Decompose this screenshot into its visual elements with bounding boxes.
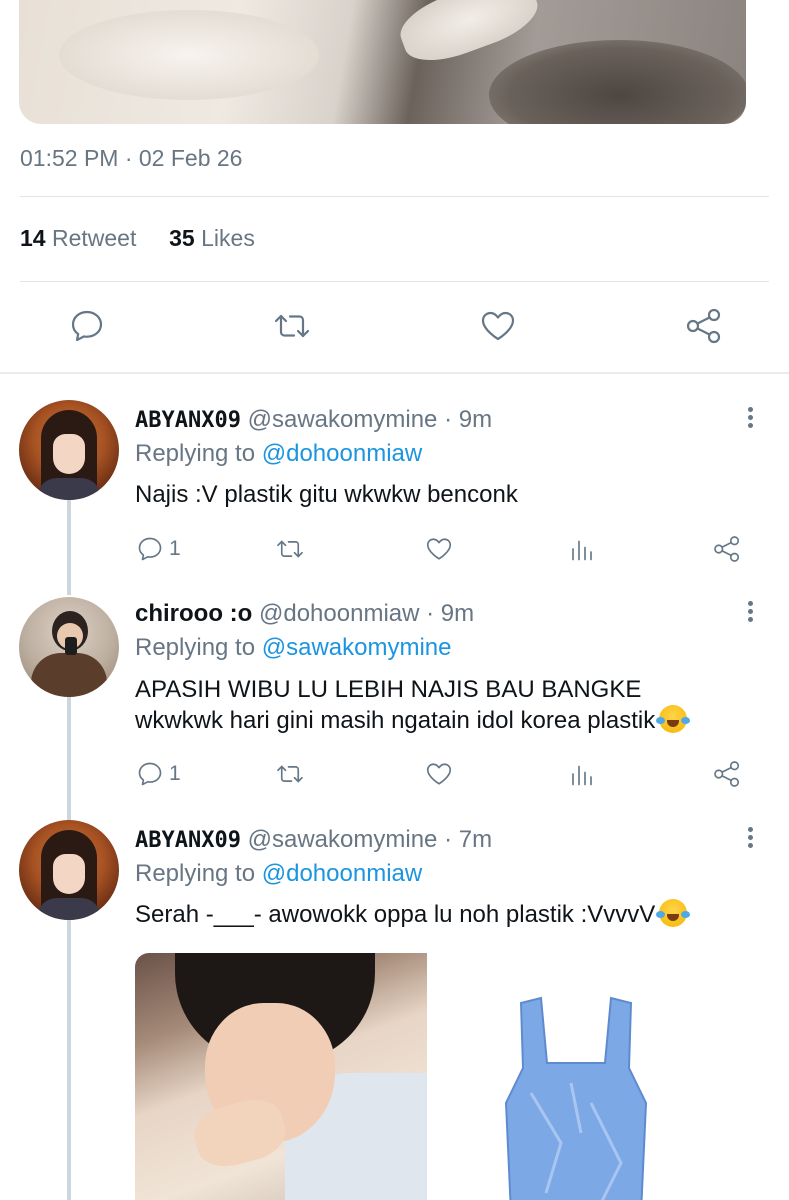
tweet-stats: 14 Retweet 35 Likes (20, 225, 255, 252)
share-icon (714, 761, 740, 787)
reply-text: APASIH WIBU LU LEBIH NAJIS BAU BANGKE wk… (135, 674, 691, 736)
tweet-timestamp: 01:52 PM · 02 Feb 26 (20, 145, 243, 171)
retweets-count[interactable]: 14 (20, 225, 46, 251)
like-icon (426, 763, 452, 785)
media-fabric-fold (59, 10, 319, 100)
replying-to-link[interactable]: @dohoonmiaw (262, 440, 422, 467)
reply-text-line-content: wkwkwk hari gini masih ngatain idol kore… (135, 707, 656, 734)
like-icon[interactable] (478, 306, 518, 346)
replying-prefix: Replying to (135, 440, 256, 467)
avatar[interactable] (19, 597, 119, 697)
replying-to: Replying to @dohoonmiaw (135, 860, 422, 888)
avatar[interactable] (19, 820, 119, 920)
reply-media-grid (135, 953, 725, 1200)
media-photo-plastic-bag[interactable] (431, 953, 725, 1200)
reply-icon[interactable] (67, 306, 107, 346)
analytics-icon (572, 540, 592, 561)
analytics-button[interactable] (567, 757, 597, 791)
display-name[interactable]: ABYANX09 (135, 408, 241, 433)
handle[interactable]: @sawakomymine (248, 826, 438, 853)
reply-header: ABYANX09 @sawakomymine · 9m (135, 406, 492, 434)
media-shadow (489, 40, 746, 124)
retweet-button[interactable] (275, 757, 305, 791)
reply-action-bar: 1 (0, 757, 789, 793)
time: · 7m (444, 826, 493, 853)
reply-text-line: wkwkwk hari gini masih ngatain idol kore… (135, 705, 691, 736)
more-options-icon[interactable] (738, 824, 762, 854)
reply-text: Najis :V plastik gitu wkwkw benconk (135, 481, 518, 508)
media-photo-person[interactable] (135, 953, 427, 1200)
analytics-button[interactable] (567, 532, 597, 566)
cat-joy-emoji-icon (656, 899, 691, 927)
display-name[interactable]: chirooo :o (135, 600, 252, 627)
display-name[interactable]: ABYANX09 (135, 828, 241, 853)
replying-prefix: Replying to (135, 634, 256, 661)
reply-action-bar: 1 (0, 532, 789, 568)
replying-to: Replying to @sawakomymine (135, 634, 452, 662)
avatar[interactable] (19, 400, 119, 500)
divider (20, 281, 769, 282)
share-icon[interactable] (684, 306, 724, 346)
replying-to-link[interactable]: @sawakomymine (262, 634, 452, 661)
reply-text: Serah -___- awowokk oppa lu noh plastik … (135, 899, 691, 930)
tweet-action-bar (0, 300, 789, 352)
tweet-media-image[interactable] (19, 0, 746, 124)
like-button[interactable] (424, 532, 454, 566)
likes-count[interactable]: 35 (169, 225, 195, 251)
time: · 9m (444, 406, 493, 433)
reply-text-line: APASIH WIBU LU LEBIH NAJIS BAU BANGKE (135, 676, 642, 703)
retweet-icon[interactable] (272, 306, 312, 346)
time: · 9m (426, 600, 475, 627)
reply-button[interactable]: 1 (135, 757, 181, 791)
retweet-icon (277, 765, 303, 783)
share-button[interactable] (712, 757, 742, 791)
reply-header: chirooo :o @dohoonmiaw · 9m (135, 600, 474, 628)
retweet-button[interactable] (275, 532, 305, 566)
share-icon (714, 536, 740, 562)
reply-count: 1 (169, 762, 181, 785)
like-button[interactable] (424, 757, 454, 791)
retweet-icon (277, 540, 303, 558)
replying-prefix: Replying to (135, 860, 256, 887)
reply-count: 1 (169, 537, 181, 560)
more-options-icon[interactable] (738, 404, 762, 434)
handle[interactable]: @sawakomymine (248, 406, 438, 433)
section-separator (0, 372, 789, 374)
replying-to-link[interactable]: @dohoonmiaw (262, 860, 422, 887)
replying-to: Replying to @dohoonmiaw (135, 440, 422, 468)
likes-label[interactable]: Likes (201, 225, 255, 251)
retweets-label[interactable]: Retweet (52, 225, 136, 251)
divider (20, 196, 769, 197)
rolling-laughing-emoji-icon (656, 705, 691, 733)
analytics-icon (572, 765, 592, 786)
reply-text-content: Serah -___- awowokk oppa lu noh plastik … (135, 901, 656, 928)
reply-header: ABYANX09 @sawakomymine · 7m (135, 826, 492, 854)
reply-icon (138, 762, 162, 786)
handle[interactable]: @dohoonmiaw (259, 600, 419, 627)
plastic-bag-icon (504, 996, 648, 1200)
like-icon (426, 538, 452, 560)
reply-icon (138, 537, 162, 561)
more-options-icon[interactable] (738, 598, 762, 628)
thread-line (67, 920, 71, 1200)
share-button[interactable] (712, 532, 742, 566)
reply-button[interactable]: 1 (135, 532, 181, 566)
